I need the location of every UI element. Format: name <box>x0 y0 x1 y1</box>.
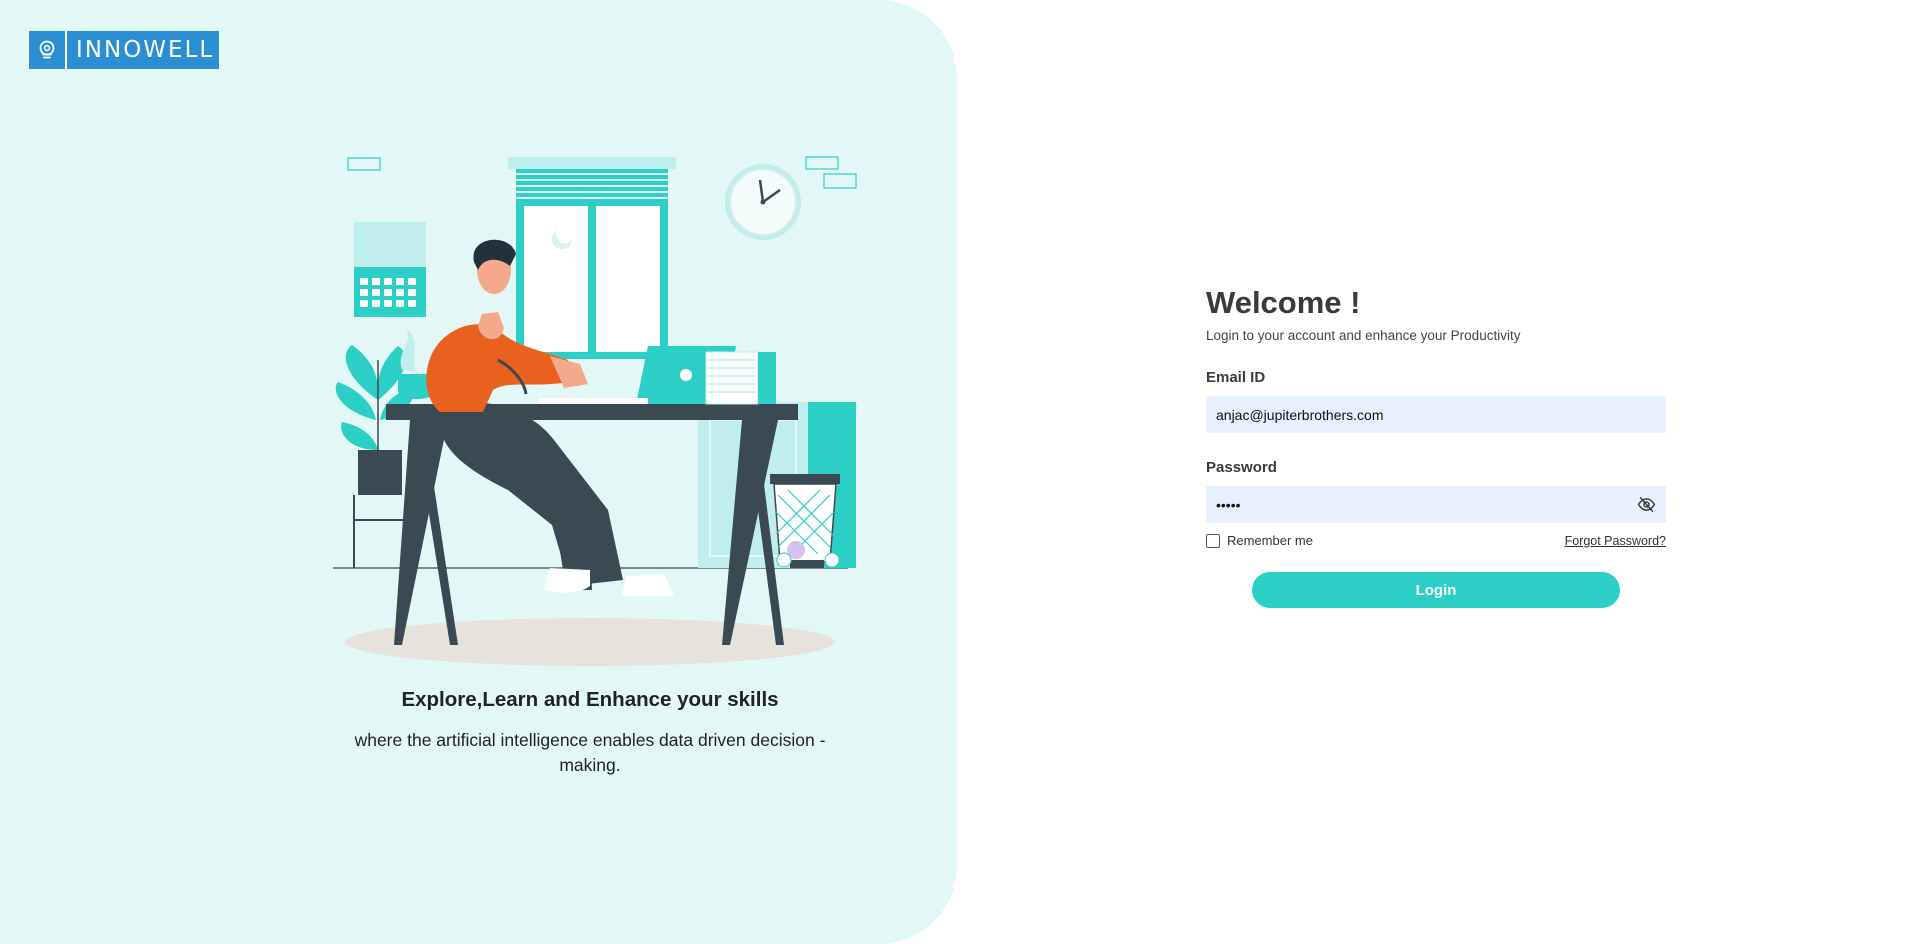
login-button[interactable]: Login <box>1252 572 1620 608</box>
password-field[interactable] <box>1206 486 1666 523</box>
brain-bulb-icon <box>29 31 67 69</box>
page-title: Welcome ! <box>1206 285 1361 320</box>
password-label: Password <box>1206 459 1277 476</box>
login-form: Welcome ! Login to your account and enha… <box>1206 285 1666 608</box>
remember-me-checkbox[interactable] <box>1206 533 1220 548</box>
eye-off-icon[interactable] <box>1637 495 1656 514</box>
remember-me[interactable]: Remember me <box>1206 533 1313 548</box>
page-subtitle: Login to your account and enhance your P… <box>1206 328 1521 343</box>
trash-bin-icon <box>770 474 840 568</box>
password-field-wrapper <box>1206 486 1666 523</box>
workspace-illustration <box>333 156 857 666</box>
email-label: Email ID <box>1206 369 1266 386</box>
hero-panel: INNOWELL Explore,Learn and Enhance your … <box>0 0 957 944</box>
email-field[interactable] <box>1206 396 1666 433</box>
hero-subline: where the artificial intelligence enable… <box>354 730 826 775</box>
login-page: INNOWELL Explore,Learn and Enhance your … <box>0 0 1910 944</box>
form-options-row: Remember me Forgot Password? <box>1206 533 1666 548</box>
wall-calendar-icon <box>354 222 426 317</box>
brand-name: INNOWELL <box>76 37 215 63</box>
window <box>508 157 676 359</box>
email-field-wrapper <box>1206 396 1666 433</box>
remember-me-label: Remember me <box>1227 533 1313 548</box>
brand-logo[interactable]: INNOWELL <box>29 31 219 69</box>
floor-shadow <box>345 618 835 666</box>
forgot-password-link[interactable]: Forgot Password? <box>1565 534 1666 548</box>
wall-clock-icon <box>725 164 801 240</box>
paper-stack <box>705 351 776 405</box>
hero-tagline: Explore,Learn and Enhance your skills <box>401 688 779 711</box>
